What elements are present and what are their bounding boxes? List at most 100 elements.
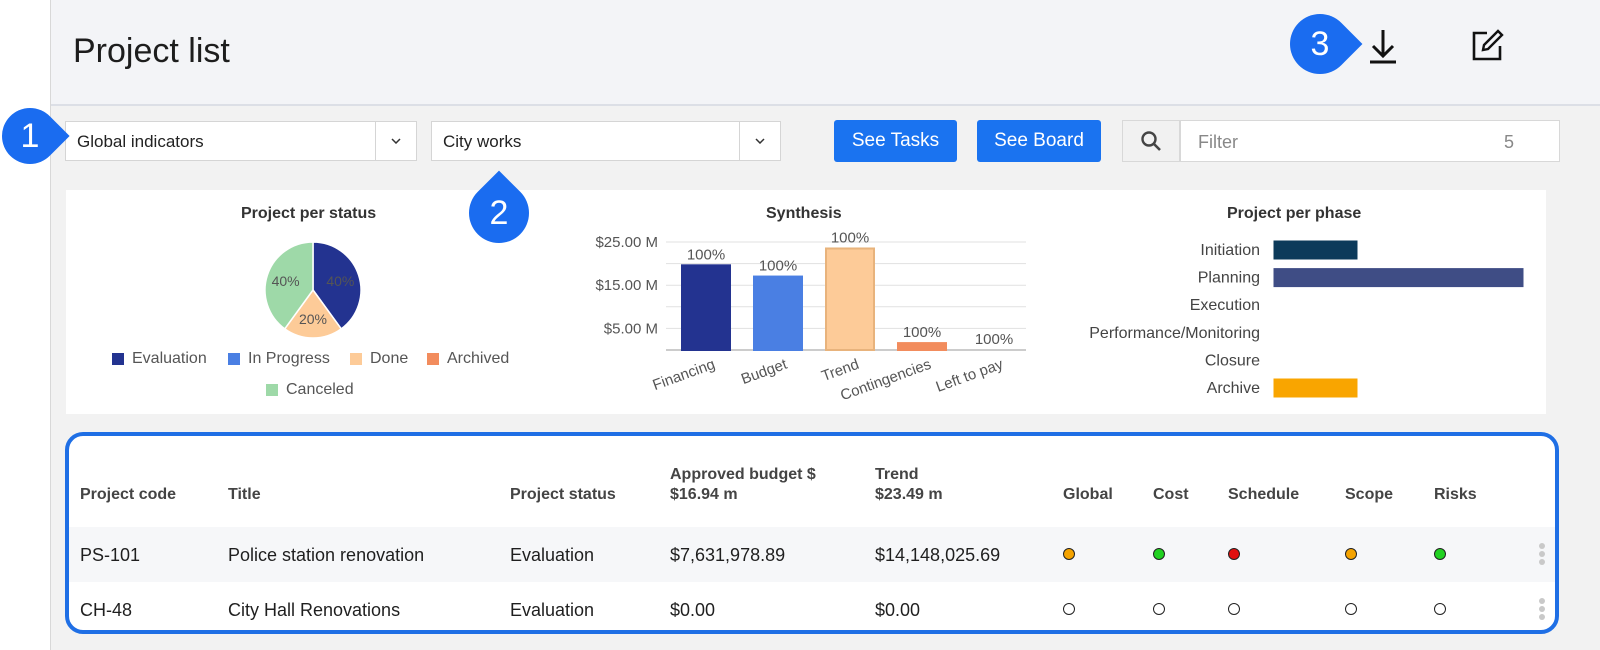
portfolio-select[interactable]: City works (431, 121, 781, 161)
cost-indicator (1153, 548, 1165, 560)
col-title[interactable]: Title (228, 485, 261, 505)
app: Project list Global indicators City work… (50, 0, 1600, 650)
row-menu-icon[interactable] (1539, 543, 1545, 567)
col-schedule[interactable]: Schedule (1228, 485, 1299, 505)
cell-trend: $0.00 (875, 600, 921, 620)
callout-1-number: 1 (20, 116, 40, 155)
phase-label: Initiation (1200, 242, 1260, 259)
phase-bar-archive[interactable] (1273, 378, 1358, 398)
cell-title[interactable]: Police station renovation (228, 545, 424, 566)
table-row[interactable]: PS-101 Police station renovation Evaluat… (69, 527, 1555, 582)
legend-swatch (350, 353, 362, 365)
cell-budget: $0.00 (670, 600, 716, 620)
bar-trend[interactable] (825, 247, 875, 351)
bar-data-label: 100% (975, 331, 1013, 348)
legend-swatch (427, 353, 439, 365)
indicator-select-value: Global indicators (77, 132, 204, 151)
y-tick-label: $5.00 M (604, 320, 658, 337)
status-chart-title: Project per status (241, 205, 377, 222)
phase-bar-planning[interactable] (1273, 268, 1524, 288)
risks-indicator (1434, 548, 1446, 560)
search-button[interactable] (1122, 120, 1180, 162)
phase-bar-chart: Initiation Planning Execution Performance/M… (1089, 240, 1524, 398)
pie-slice-label: 40% (272, 273, 300, 289)
bar-data-label: 100% (759, 258, 797, 275)
page-title: Project list (73, 32, 230, 70)
legend-label: Canceled (286, 381, 354, 398)
legend-swatch (228, 353, 240, 365)
risks-indicator (1434, 603, 1446, 615)
charts-panel: Project per status 40% 20% 40% Evaluation I… (66, 190, 1546, 414)
cell-code: CH-48 (80, 600, 133, 620)
phase-label: Archive (1207, 380, 1260, 397)
col-project-code[interactable]: Project code (80, 485, 176, 505)
x-tick-label: Trend (819, 356, 861, 385)
chevron-down-icon[interactable] (375, 122, 416, 160)
see-tasks-button[interactable]: See Tasks (834, 120, 957, 162)
legend-item-archived[interactable]: Archived (427, 350, 509, 368)
indicator-select[interactable]: Global indicators (65, 121, 417, 161)
bar-budget[interactable] (753, 275, 803, 352)
bar-contingencies[interactable] (897, 342, 947, 351)
portfolio-select-value: City works (443, 132, 522, 151)
legend-label: Done (370, 350, 409, 367)
legend-label: In Progress (248, 350, 330, 367)
col-approved-budget[interactable]: Approved budget $ $16.94 m (670, 465, 816, 505)
download-icon (1370, 30, 1396, 64)
edit-button[interactable] (1467, 26, 1507, 66)
callout-3-number: 3 (1310, 24, 1330, 63)
chevron-down-icon[interactable] (739, 122, 780, 160)
y-tick-label: $15.00 M (595, 277, 658, 294)
legend-item-canceled[interactable]: Canceled (266, 381, 354, 399)
col-trend-total: $23.49 m (875, 486, 943, 503)
col-approved-budget-total: $16.94 m (670, 486, 738, 503)
filter-placeholder: Filter (1198, 132, 1238, 152)
legend-item-done[interactable]: Done (350, 350, 408, 368)
x-tick-label: Budget (739, 356, 790, 389)
row-menu-icon[interactable] (1539, 598, 1545, 622)
legend-item-in-progress[interactable]: In Progress (228, 350, 330, 368)
phase-label: Closure (1205, 352, 1260, 369)
legend-label: Archived (447, 350, 510, 367)
bar-data-label: 100% (687, 246, 725, 263)
bar-data-label: 100% (831, 229, 869, 246)
status-pie-chart: 40% 20% 40% (264, 241, 362, 339)
col-risks[interactable]: Risks (1434, 485, 1477, 505)
y-tick-label: $25.00 M (595, 234, 658, 251)
col-trend[interactable]: Trend $23.49 m (875, 465, 943, 505)
bar-data-label: 100% (903, 324, 941, 341)
bar-financing[interactable] (681, 264, 731, 351)
col-trend-label: Trend (875, 466, 919, 483)
legend-item-evaluation[interactable]: Evaluation (112, 350, 207, 368)
cell-title[interactable]: City Hall Renovations (228, 600, 400, 621)
cell-trend: $14,148,025.69 (875, 545, 1001, 565)
col-scope[interactable]: Scope (1345, 485, 1393, 505)
page-header: Project list (51, 0, 1600, 106)
pie-slice-label: 40% (326, 273, 354, 289)
col-cost[interactable]: Cost (1153, 485, 1189, 505)
table-row[interactable]: CH-48 City Hall Renovations Evaluation $… (69, 582, 1555, 630)
scope-indicator (1345, 548, 1357, 560)
cell-code: PS-101 (80, 545, 141, 565)
global-indicator (1063, 548, 1075, 560)
scope-indicator (1345, 603, 1357, 615)
synthesis-bar-chart: $25.00 M $15.00 M $5.00 M 100% Financing 100%… (595, 229, 1026, 404)
x-tick-label: Left to pay (934, 356, 1006, 396)
search-icon (1141, 131, 1161, 151)
see-board-button[interactable]: See Board (977, 120, 1101, 162)
download-button[interactable] (1363, 26, 1403, 66)
phase-label: Execution (1190, 297, 1260, 314)
x-tick-label: Financing (650, 356, 717, 394)
cell-status: Evaluation (510, 545, 595, 565)
col-global[interactable]: Global (1063, 485, 1113, 505)
cell-budget: $7,631,978.89 (670, 545, 786, 565)
edit-icon (1472, 29, 1504, 61)
schedule-indicator (1228, 603, 1240, 615)
phase-bar-initiation[interactable] (1273, 240, 1358, 260)
col-approved-budget-label: Approved budget $ (670, 466, 816, 483)
phase-label: Planning (1198, 270, 1260, 287)
col-project-status[interactable]: Project status (510, 485, 616, 505)
phase-label: Performance/Monitoring (1089, 325, 1260, 342)
legend-label: Evaluation (132, 350, 207, 367)
filter-input[interactable]: Filter 5 (1180, 120, 1560, 162)
